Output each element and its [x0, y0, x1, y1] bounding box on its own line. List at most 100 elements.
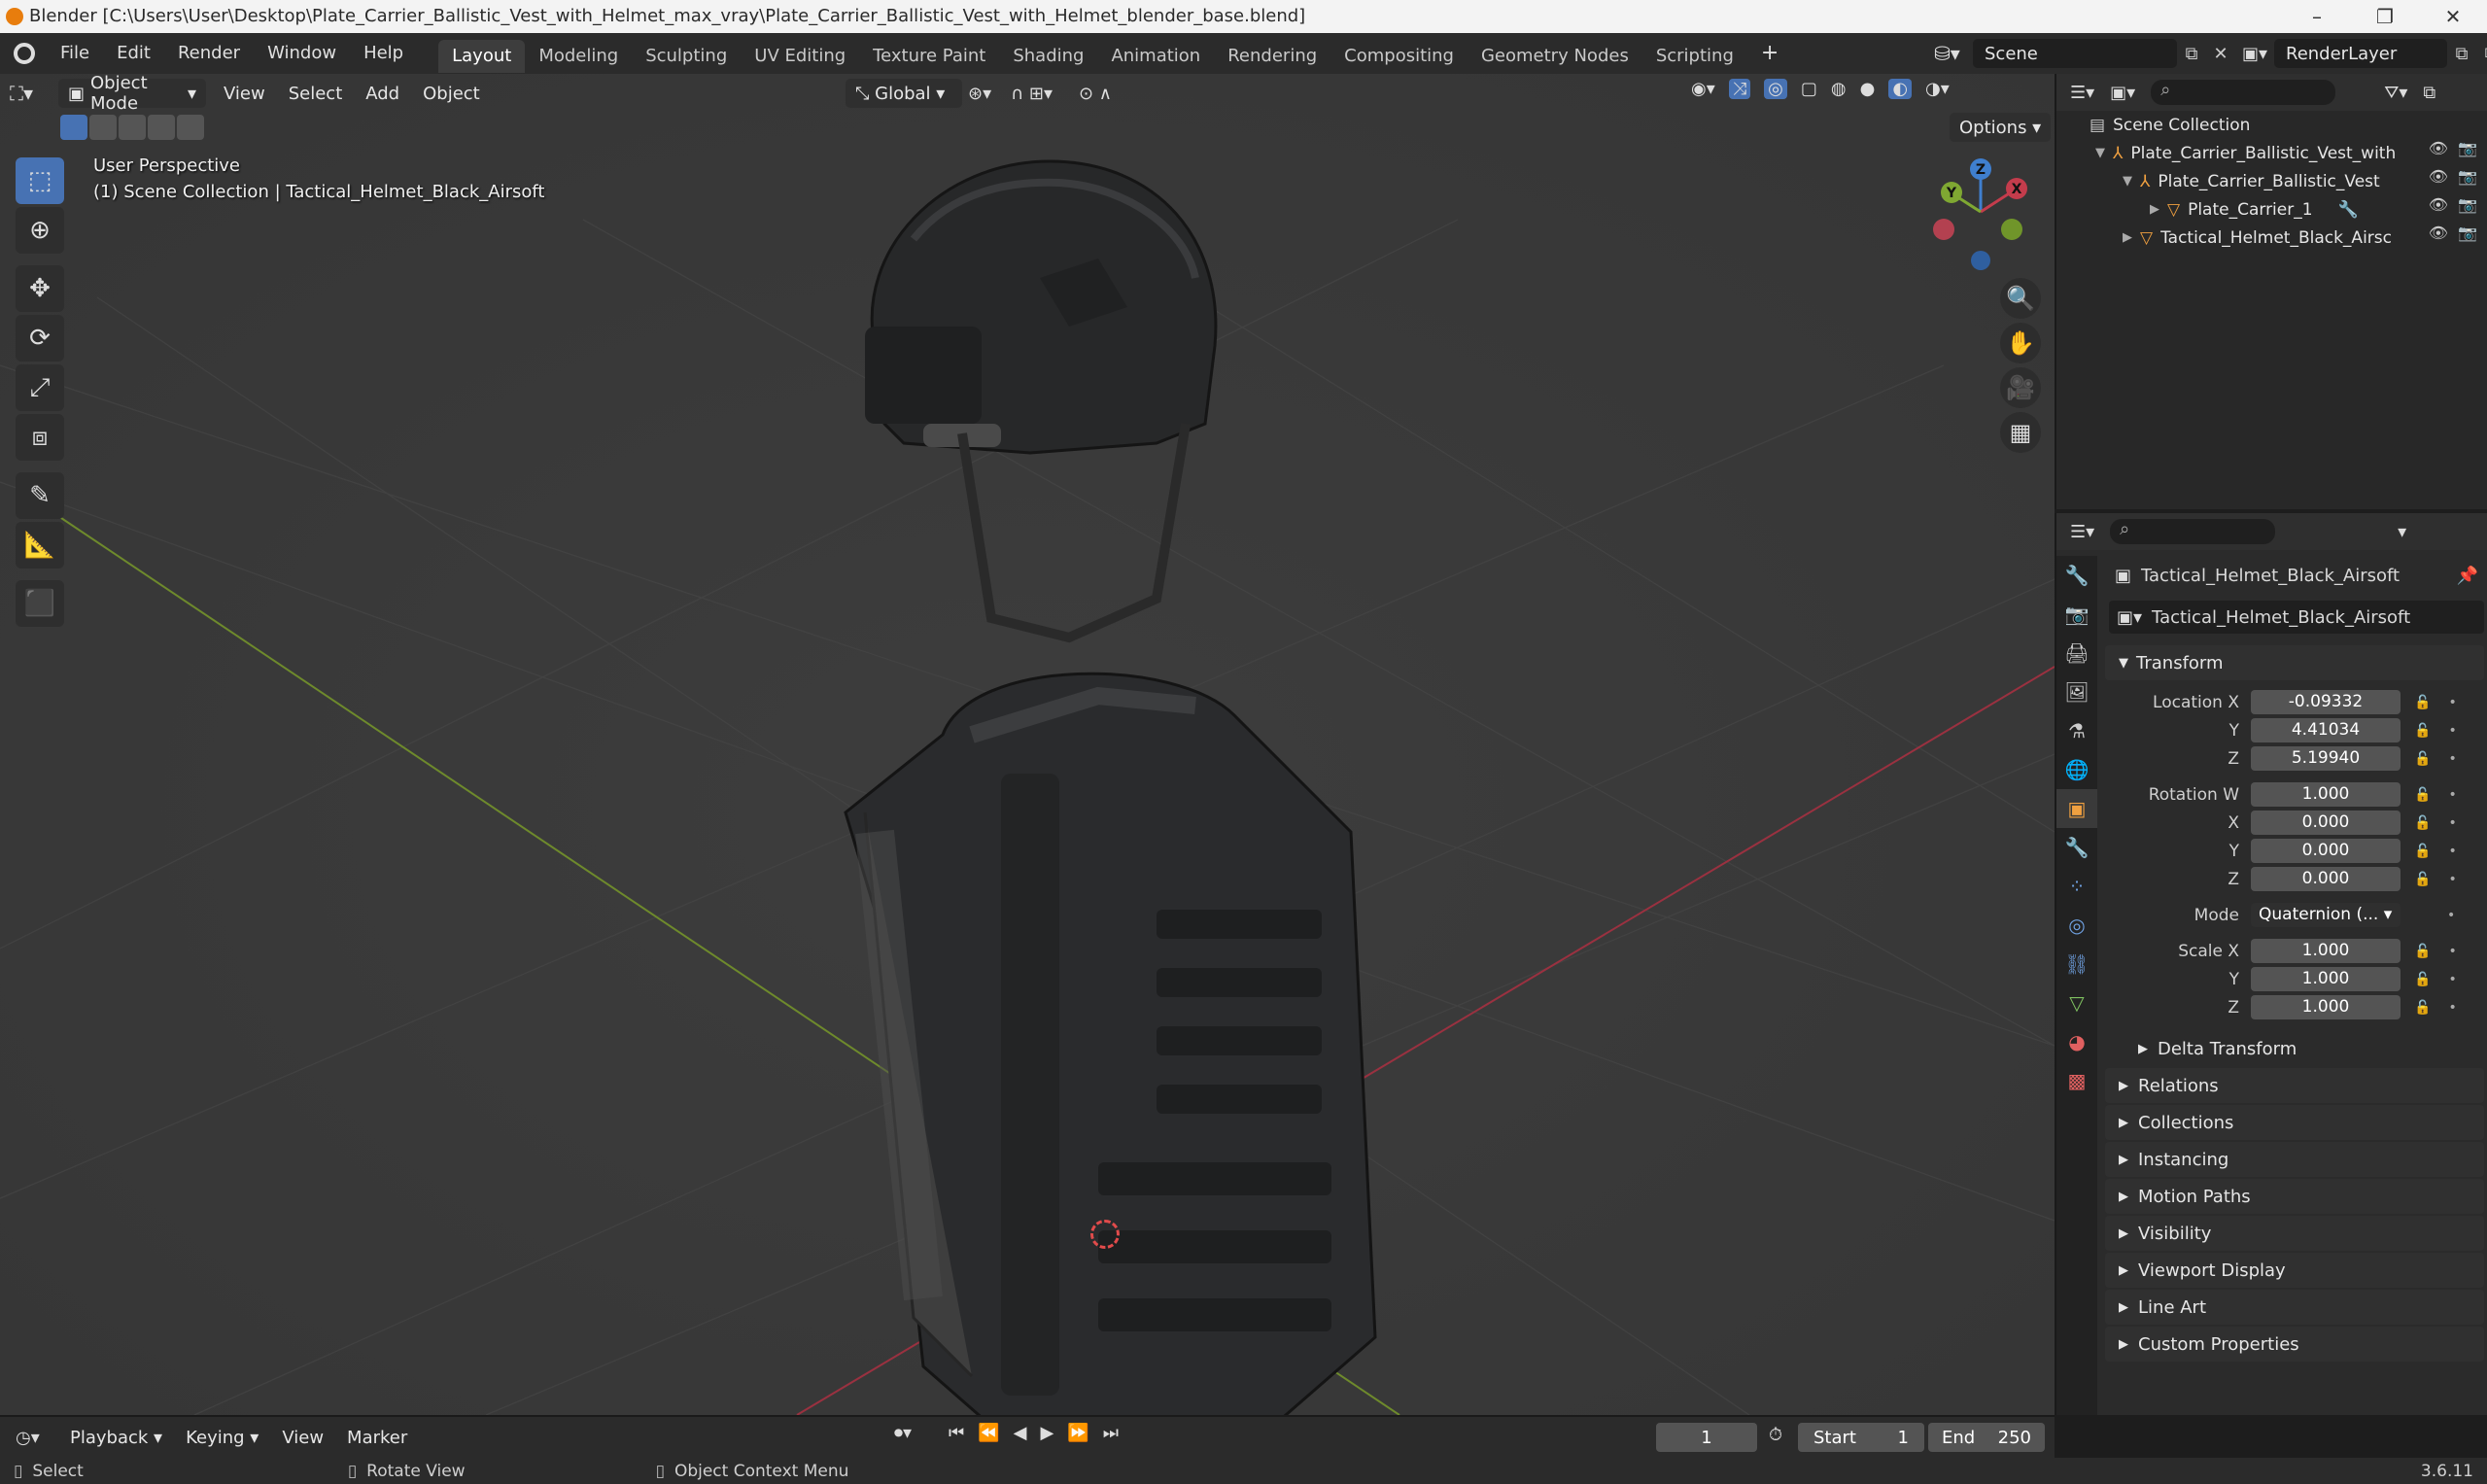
keyframe-dot-icon[interactable]: • [2447, 908, 2455, 923]
render-tab-icon[interactable]: 📷 [2056, 595, 2097, 634]
scale-tool[interactable]: ⤢ [16, 364, 64, 411]
outliner-item-helmet[interactable]: ▶ ▽ Tactical_Helmet_Black_Airsc 👁 📷 [2056, 224, 2487, 252]
filter-icon[interactable]: ⛛▾ [2384, 83, 2407, 103]
motion-paths-panel-header[interactable]: ▶ Motion Paths [2105, 1179, 2484, 1214]
add-workspace-button[interactable]: + [1747, 33, 1792, 74]
eye-icon[interactable]: 👁 [2429, 167, 2448, 186]
keyframe-dot-icon[interactable]: • [2448, 844, 2456, 859]
select-invert-icon[interactable] [148, 115, 175, 140]
tab-sculpting[interactable]: Sculpting [632, 40, 741, 73]
lock-icon[interactable]: 🔓 [2414, 787, 2431, 803]
blender-menu-icon[interactable] [14, 43, 35, 64]
orientation-selector[interactable]: ⤡ Global ▾ [846, 79, 962, 108]
navigation-gizmo[interactable]: Z X Y [1924, 155, 2041, 272]
tab-scripting[interactable]: Scripting [1642, 40, 1747, 73]
transform-tool[interactable]: ⧈ [16, 414, 64, 461]
tab-shading[interactable]: Shading [999, 40, 1097, 73]
vest-model[interactable] [807, 618, 1390, 1415]
jump-end-icon[interactable]: ⏭ [1103, 1423, 1119, 1443]
rotation-w-field[interactable]: 1.000 [2251, 782, 2401, 807]
keyframe-dot-icon[interactable]: • [2448, 751, 2456, 767]
jump-start-icon[interactable]: ⏮ [949, 1423, 964, 1443]
world-tab-icon[interactable]: 🌐 [2056, 750, 2097, 789]
outliner-root[interactable]: ▤ Scene Collection [2056, 111, 2487, 139]
close-button[interactable]: ✕ [2419, 0, 2487, 33]
keyframe-dot-icon[interactable]: • [2448, 723, 2456, 739]
record-icon[interactable]: ⏺▾ [894, 1423, 912, 1443]
tab-modeling[interactable]: Modeling [525, 40, 632, 73]
select-box-tool[interactable]: ⬚ [16, 157, 64, 204]
camera-icon[interactable]: 📷 [2458, 139, 2477, 157]
modifier-tab-icon[interactable]: 🔧 [2056, 828, 2097, 867]
minimize-button[interactable]: – [2283, 0, 2351, 33]
scene-field[interactable]: Scene [1973, 39, 2177, 68]
keyframe-dot-icon[interactable]: • [2448, 787, 2456, 803]
output-tab-icon[interactable]: 🖨 [2056, 634, 2097, 673]
solid-shading-icon[interactable]: ● [1860, 79, 1876, 99]
material-shading-icon[interactable]: ◐ [1888, 79, 1913, 99]
viewport-display-panel-header[interactable]: ▶ Viewport Display [2105, 1253, 2484, 1288]
play-reverse-icon[interactable]: ◀ [1014, 1423, 1027, 1443]
location-z-field[interactable]: 5.19940 [2251, 746, 2401, 771]
properties-editor-icon[interactable]: ☰▾ [2070, 522, 2094, 542]
rotation-x-field[interactable]: 0.000 [2251, 811, 2401, 835]
keyframe-dot-icon[interactable]: • [2448, 944, 2456, 959]
relations-panel-header[interactable]: ▶ Relations [2105, 1068, 2484, 1103]
xray-icon[interactable]: ▢ [1801, 79, 1817, 99]
tab-rendering[interactable]: Rendering [1214, 40, 1330, 73]
options-button[interactable]: Options ▾ [1950, 113, 2052, 142]
scale-z-field[interactable]: 1.000 [2251, 995, 2401, 1019]
menu-select[interactable]: Select [277, 84, 355, 104]
scene-tab-icon[interactable]: ⚗ [2056, 711, 2097, 750]
keyframe-dot-icon[interactable]: • [2448, 972, 2456, 987]
texture-tab-icon[interactable]: ▩ [2056, 1061, 2097, 1100]
tab-animation[interactable]: Animation [1097, 40, 1214, 73]
tab-layout[interactable]: Layout [438, 40, 526, 73]
stopwatch-icon[interactable]: ⏱ [1769, 1425, 1782, 1445]
editor-type-icon[interactable]: ⛶▾ [10, 82, 58, 105]
select-new-icon[interactable] [60, 115, 87, 140]
scale-x-field[interactable]: 1.000 [2251, 939, 2401, 963]
new-collection-icon[interactable]: ⧉ [2423, 83, 2435, 103]
scene-selector-icon[interactable]: ⛁▾ [1934, 42, 1973, 65]
timeline-view-menu[interactable]: View [270, 1428, 335, 1448]
delete-layer-icon[interactable]: ⧉ [2476, 44, 2487, 64]
camera-icon[interactable]: 📷 [2458, 224, 2477, 242]
menu-edit[interactable]: Edit [103, 33, 164, 74]
instancing-panel-header[interactable]: ▶ Instancing [2105, 1142, 2484, 1177]
keyframe-dot-icon[interactable]: • [2448, 872, 2456, 887]
zoom-icon[interactable]: 🔍 [2000, 278, 2041, 319]
mode-selector[interactable]: ▣ Object Mode ▾ [58, 74, 206, 114]
lock-icon[interactable]: 🔓 [2414, 723, 2431, 739]
menu-help[interactable]: Help [350, 33, 417, 74]
ortho-grid-icon[interactable]: ▦ [2000, 412, 2041, 453]
menu-view[interactable]: View [212, 84, 277, 104]
current-frame-field[interactable]: 1 [1656, 1423, 1757, 1452]
menu-object[interactable]: Object [411, 84, 492, 104]
camera-icon[interactable]: 📷 [2458, 167, 2477, 186]
panel-options-icon[interactable]: ▾ [2398, 522, 2406, 542]
lock-icon[interactable]: 🔓 [2414, 815, 2431, 831]
particles-tab-icon[interactable]: ⁘ [2056, 867, 2097, 906]
lock-icon[interactable]: 🔓 [2414, 844, 2431, 859]
maximize-button[interactable]: ❐ [2351, 0, 2419, 33]
helmet-model[interactable] [836, 132, 1244, 657]
tab-geometry-nodes[interactable]: Geometry Nodes [1468, 40, 1642, 73]
rotation-y-field[interactable]: 0.000 [2251, 839, 2401, 863]
tab-uv-editing[interactable]: UV Editing [741, 40, 859, 73]
keyframe-dot-icon[interactable]: • [2448, 815, 2456, 831]
menu-file[interactable]: File [47, 33, 103, 74]
marker-menu[interactable]: Marker [335, 1428, 419, 1448]
menu-window[interactable]: Window [254, 33, 350, 74]
eye-icon[interactable]: 👁 [2429, 139, 2448, 157]
constraints-tab-icon[interactable]: ⛓ [2056, 945, 2097, 984]
delete-scene-icon[interactable]: ✕ [2206, 44, 2235, 64]
scale-y-field[interactable]: 1.000 [2251, 967, 2401, 991]
camera-icon[interactable]: 📷 [2458, 195, 2477, 214]
rotation-z-field[interactable]: 0.000 [2251, 867, 2401, 891]
rotation-mode-dropdown[interactable]: Quaternion (... ▾ [2251, 903, 2401, 927]
proportional-icon[interactable]: ⊙ ∧ [1079, 84, 1137, 104]
keying-menu[interactable]: Keying ▾ [174, 1428, 270, 1448]
tool-tab-icon[interactable]: 🔧 [2056, 556, 2097, 595]
annotate-tool[interactable]: ✎ [16, 472, 64, 519]
